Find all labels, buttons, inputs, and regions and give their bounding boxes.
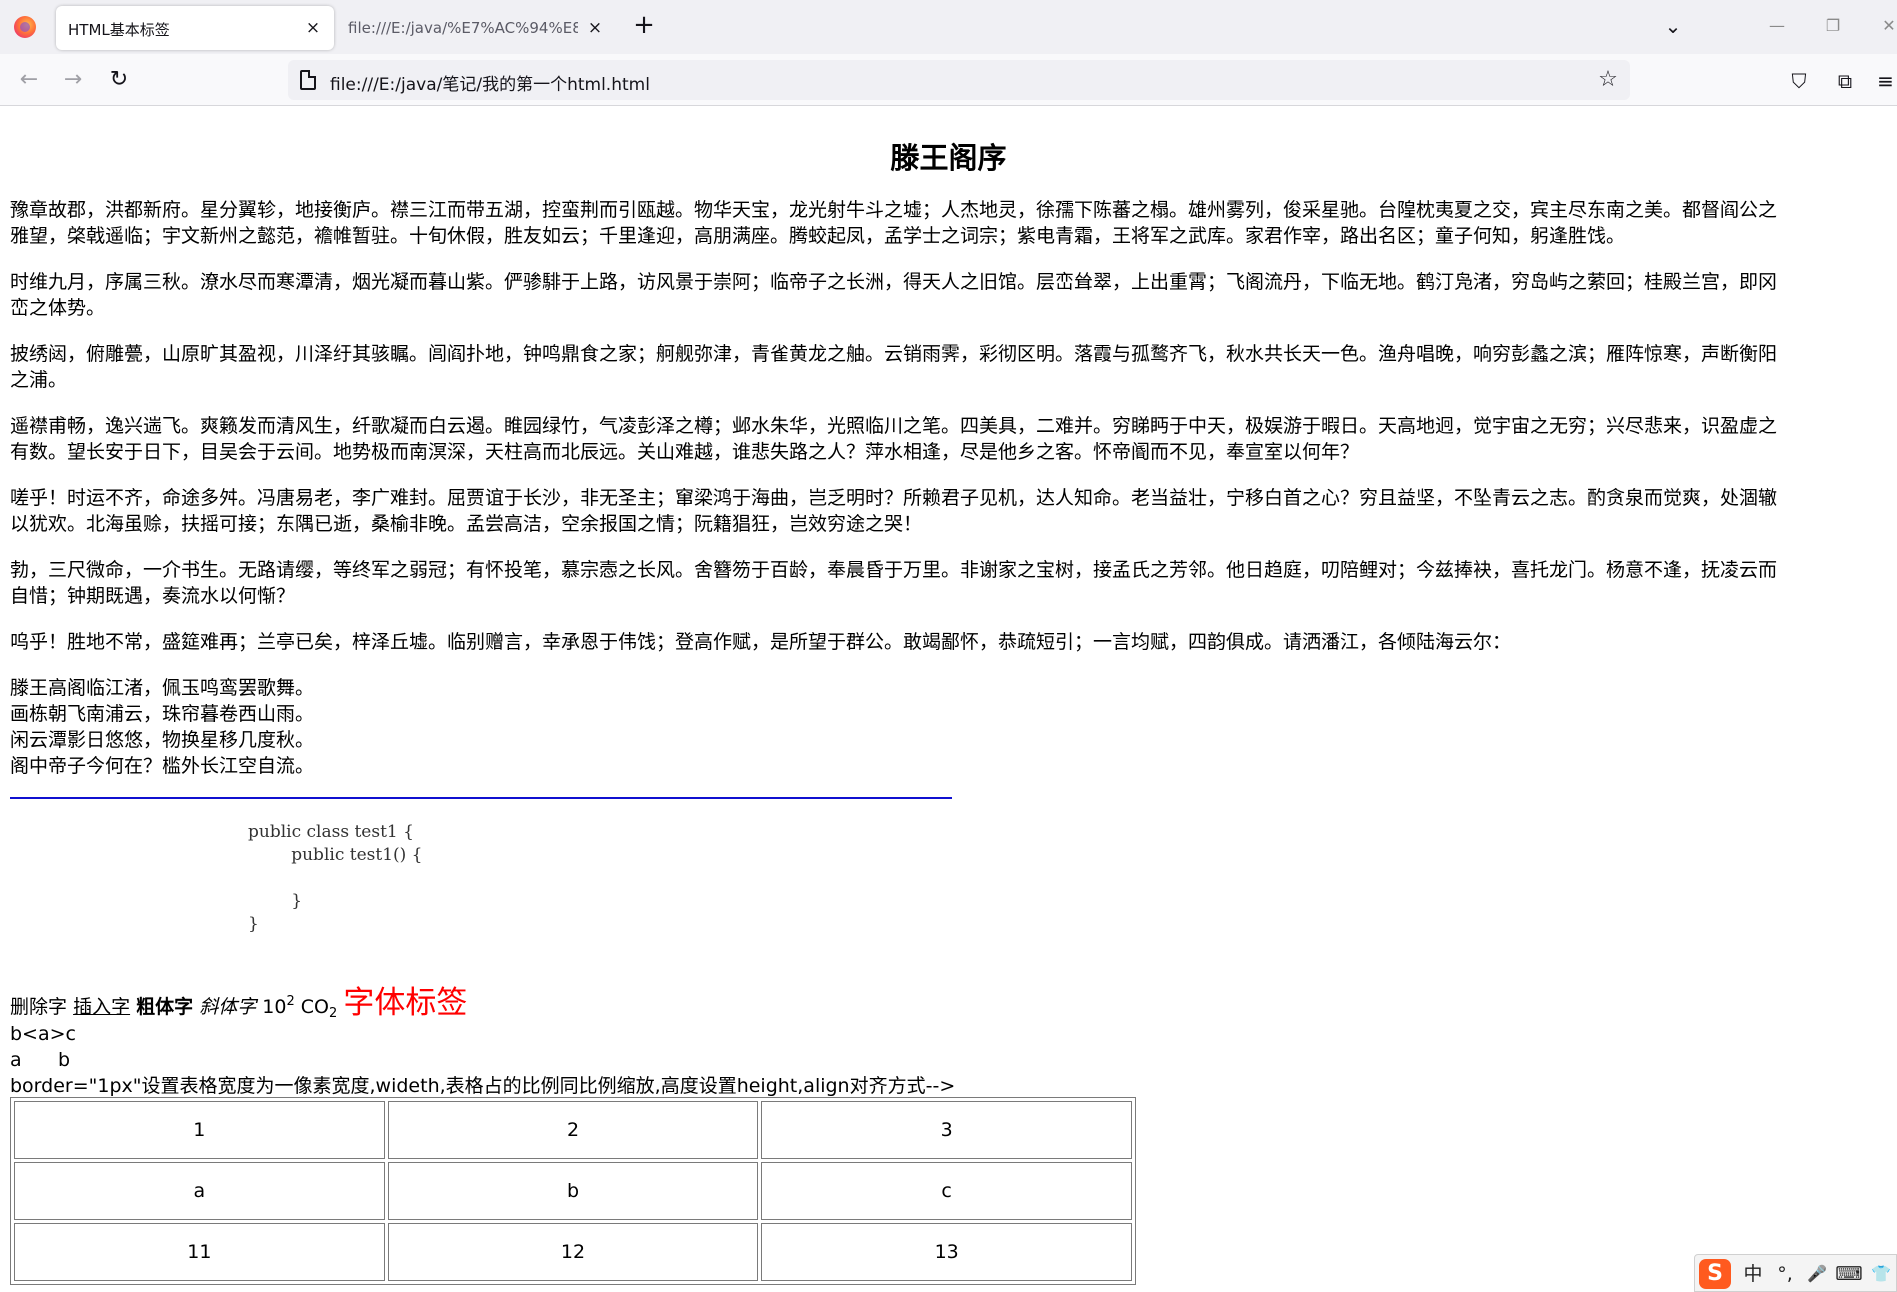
navigation-toolbar: ← → ↻ file:///E:/java/笔记/我的第一个html.html … bbox=[0, 54, 1897, 106]
close-tab-icon[interactable]: × bbox=[302, 17, 324, 39]
table-cell: 1 bbox=[14, 1101, 385, 1159]
list-all-tabs-icon[interactable]: ⌄ bbox=[1660, 15, 1686, 37]
address-bar[interactable]: file:///E:/java/笔记/我的第一个html.html ☆ bbox=[288, 60, 1630, 100]
ime-microphone-icon[interactable]: 🎤 bbox=[1803, 1261, 1831, 1287]
italic-text: 斜体字 bbox=[199, 996, 257, 1018]
table-cell: 12 bbox=[387, 1223, 759, 1281]
code-line: public test1() { bbox=[248, 845, 423, 865]
table-cell: 11 bbox=[14, 1223, 385, 1281]
page-content: 滕王阁序 豫章故郡，洪都新府。星分翼轸，地接衡庐。襟三江而带五湖，控蛮荆而引瓯越… bbox=[0, 107, 1897, 1292]
pocket-icon[interactable]: ⛉ bbox=[1784, 66, 1814, 96]
paragraph-line: 以犹欢。北海虽赊，扶摇可接；东隅已逝，桑榆非晚。孟尝高洁，空余报国之情；阮籍猖狂… bbox=[10, 513, 923, 535]
paragraph: 豫章故郡，洪都新府。星分翼轸，地接衡庐。襟三江而带五湖，控蛮荆而引瓯越。物华天宝… bbox=[10, 197, 1870, 249]
ime-toolbar[interactable]: S 中 °, 🎤 ⌨ 👕 bbox=[1694, 1254, 1897, 1292]
close-window-button[interactable]: ✕ bbox=[1874, 14, 1897, 38]
sogou-logo-icon[interactable]: S bbox=[1699, 1259, 1731, 1289]
paragraph: 披绣闼，俯雕甍，山原旷其盈视，川泽纡其骇瞩。闾阎扑地，钟鸣鼎食之家；舸舰弥津，青… bbox=[10, 341, 1870, 393]
ime-keyboard-icon[interactable]: ⌨ bbox=[1835, 1261, 1863, 1287]
paragraph-line: 披绣闼，俯雕甍，山原旷其盈视，川泽纡其骇瞩。闾阎扑地，钟鸣鼎食之家；舸舰弥津，青… bbox=[10, 343, 1778, 365]
paragraph: 遥襟甫畅，逸兴遄飞。爽籁发而清风生，纤歌凝而白云遏。睢园绿竹，气凌彭泽之樽；邺水… bbox=[10, 413, 1870, 465]
space-entity-line: ab bbox=[10, 1047, 70, 1073]
paragraph: 时维九月，序属三秋。潦水尽而寒潭清，烟光凝而暮山紫。俨骖騑于上路，访风景于崇阿；… bbox=[10, 269, 1870, 321]
ime-mode-toggle[interactable]: 中 bbox=[1739, 1261, 1767, 1287]
paragraph-line: 时维九月，序属三秋。潦水尽而寒潭清，烟光凝而暮山紫。俨骖騑于上路，访风景于崇阿；… bbox=[10, 271, 1778, 293]
minimize-window-button[interactable]: — bbox=[1762, 14, 1792, 38]
extensions-icon[interactable]: ⧉ bbox=[1830, 66, 1860, 96]
reload-button[interactable]: ↻ bbox=[104, 65, 134, 95]
code-line: } bbox=[248, 914, 259, 934]
table-cell: b bbox=[387, 1162, 759, 1220]
paragraph: 嗟乎！时运不齐，命途多舛。冯唐易老，李广难封。屈贾谊于长沙，非无圣主；窜梁鸿于海… bbox=[10, 485, 1870, 537]
verse-line: 画栋朝飞南浦云，珠帘暮卷西山雨。 bbox=[10, 703, 315, 725]
verse-line: 阁中帝子今何在？槛外长江空自流。 bbox=[10, 755, 315, 777]
escaped-entity-line: b<a>c bbox=[10, 1023, 76, 1045]
subscript-base: CO bbox=[300, 996, 329, 1018]
url-text[interactable]: file:///E:/java/笔记/我的第一个html.html bbox=[330, 70, 650, 95]
paragraph-line: 豫章故郡，洪都新府。星分翼轸，地接衡庐。襟三江而带五湖，控蛮荆而引瓯越。物华天宝… bbox=[10, 199, 1778, 221]
close-tab-icon[interactable]: × bbox=[584, 17, 606, 39]
ime-skin-icon[interactable]: 👕 bbox=[1867, 1261, 1895, 1287]
menu-icon[interactable]: ≡ bbox=[1874, 66, 1897, 96]
tab-file-url[interactable]: file:///E:/java/%E7%AC%94%E8% × bbox=[342, 6, 614, 50]
bookmark-star-icon[interactable]: ☆ bbox=[1594, 66, 1622, 94]
paragraph: 呜乎！胜地不常，盛筵难再；兰亭已矣，梓泽丘墟。临别赠言，幸承恩于伟饯；登高作赋，… bbox=[10, 629, 1870, 655]
table-row: 11 12 13 bbox=[14, 1223, 1132, 1281]
paragraph-line: 之浦。 bbox=[10, 369, 68, 391]
table-cell: 13 bbox=[761, 1223, 1132, 1281]
bold-text: 粗体字 bbox=[136, 996, 194, 1018]
verse-line: 滕王高阁临江渚，佩玉鸣鸾罢歌舞。 bbox=[10, 677, 315, 699]
paragraph-line: 自惜；钟期既遇，奏流水以何惭？ bbox=[10, 585, 296, 607]
ime-punctuation-toggle[interactable]: °, bbox=[1771, 1261, 1799, 1287]
code-line: public class test1 { bbox=[248, 822, 414, 842]
table-cell: 3 bbox=[761, 1101, 1132, 1159]
tab-title: HTML基本标签 bbox=[68, 21, 170, 39]
firefox-logo-icon bbox=[14, 16, 36, 38]
paragraph: 勃，三尺微命，一介书生。无路请缨，等终军之弱冠；有怀投笔，慕宗悫之长风。舍簪笏于… bbox=[10, 557, 1870, 609]
paragraph-line: 嗟乎！时运不齐，命途多舛。冯唐易老，李广难封。屈贾谊于长沙，非无圣主；窜梁鸿于海… bbox=[10, 487, 1778, 509]
tab-title: file:///E:/java/%E7%AC%94%E8% bbox=[348, 19, 578, 37]
verse-line: 闲云潭影日悠悠，物换星移几度秋。 bbox=[10, 729, 315, 751]
data-table: 1 2 3 a b c 11 12 13 bbox=[10, 1097, 1136, 1285]
deleted-text: 删除字 bbox=[10, 996, 68, 1018]
table-cell: a bbox=[14, 1162, 385, 1220]
paragraph-line: 勃，三尺微命，一介书生。无路请缨，等终军之弱冠；有怀投笔，慕宗悫之长风。舍簪笏于… bbox=[10, 559, 1778, 581]
table-cell: 2 bbox=[387, 1101, 759, 1159]
paragraph-line: 呜乎！胜地不常，盛筵难再；兰亭已矣，梓泽丘墟。临别赠言，幸承恩于伟饯；登高作赋，… bbox=[10, 631, 1512, 653]
code-line: } bbox=[248, 891, 303, 911]
table-row: a b c bbox=[14, 1162, 1132, 1220]
forward-button[interactable]: → bbox=[58, 65, 88, 95]
inserted-text: 插入字 bbox=[73, 996, 131, 1018]
superscript-base: 10 bbox=[262, 996, 287, 1018]
page-title: 滕王阁序 bbox=[890, 141, 1007, 175]
space-line-a: a bbox=[10, 1049, 22, 1071]
font-tag-text: 字体标签 bbox=[343, 985, 468, 1021]
paragraph-line: 遥襟甫畅，逸兴遄飞。爽籁发而清风生，纤歌凝而白云遏。睢园绿竹，气凌彭泽之樽；邺水… bbox=[10, 415, 1778, 437]
horizontal-rule bbox=[10, 797, 952, 799]
subscript: 2 bbox=[329, 1006, 338, 1021]
table-note-line: border="1px"设置表格宽度为一像素宽度,wideth,表格占的比例同比… bbox=[10, 1075, 956, 1097]
table-cell: c bbox=[761, 1162, 1132, 1220]
page-file-icon bbox=[300, 70, 316, 90]
paragraph-line: 有数。望长安于日下，目吴会于云间。地势极而南溟深，天柱高而北辰远。关山难越，谁悲… bbox=[10, 441, 1360, 463]
paragraph-line: 雅望，棨戟遥临；宇文新州之懿范，襜帷暂驻。十旬休假，胜友如云；千里逢迎，高朋满座… bbox=[10, 225, 1626, 247]
back-button[interactable]: ← bbox=[14, 65, 44, 95]
new-tab-button[interactable]: + bbox=[630, 12, 658, 40]
space-line-b: b bbox=[58, 1049, 71, 1071]
maximize-window-button[interactable]: ❐ bbox=[1818, 14, 1848, 38]
superscript: 2 bbox=[286, 994, 295, 1009]
tab-html-basic-tags[interactable]: HTML基本标签 × bbox=[56, 6, 334, 50]
paragraph-line: 峦之体势。 bbox=[10, 297, 106, 319]
table-row: 1 2 3 bbox=[14, 1101, 1132, 1159]
inline-tag-demo: 删除字 插入字 粗体字 斜体字 102 CO2 字体标签 bbox=[10, 977, 467, 1022]
tab-strip: HTML基本标签 × file:///E:/java/%E7%AC%94%E8%… bbox=[0, 0, 1897, 54]
